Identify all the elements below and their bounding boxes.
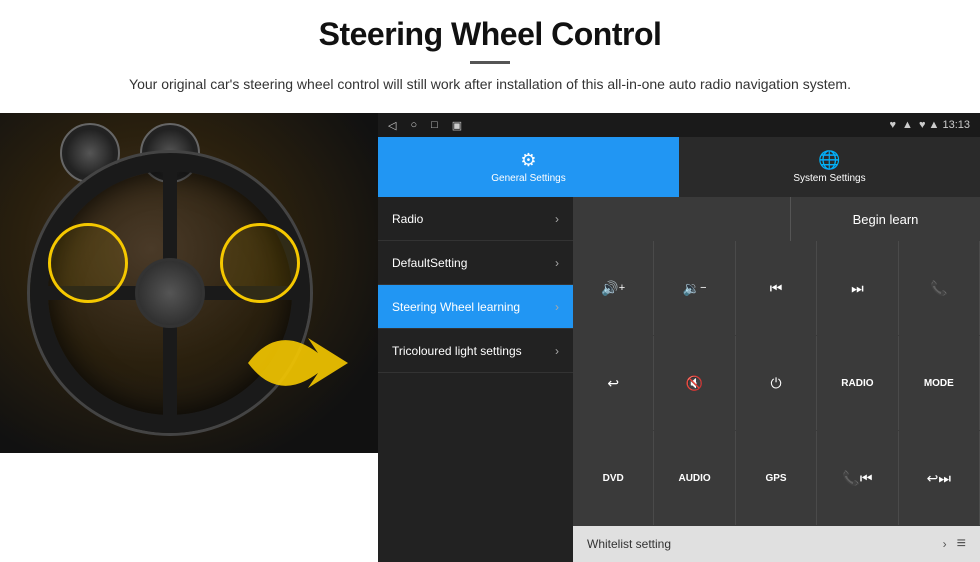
- whitelist-right: › ≡: [943, 535, 966, 553]
- control-row-3: DVD AUDIO GPS 📞⏮: [573, 431, 980, 526]
- next-track-button[interactable]: ⏭: [817, 241, 898, 335]
- title-divider: [470, 61, 510, 64]
- phone-prev-icon: 📞⏮: [842, 470, 872, 487]
- left-menu: Radio › DefaultSetting › Steering Wheel …: [378, 197, 573, 562]
- recents-nav-icon[interactable]: □: [431, 119, 438, 131]
- menu-item-tricoloured[interactable]: Tricoloured light settings ›: [378, 329, 573, 373]
- menu-item-steering-chevron: ›: [555, 300, 559, 314]
- whitelist-label: Whitelist setting: [587, 537, 671, 551]
- home-nav-icon[interactable]: ○: [410, 119, 417, 131]
- menu-item-steering[interactable]: Steering Wheel learning ›: [378, 285, 573, 329]
- begin-learn-button[interactable]: Begin learn: [790, 197, 980, 241]
- menu-item-default-label: DefaultSetting: [392, 256, 467, 270]
- menu-item-radio-label: Radio: [392, 212, 423, 226]
- back-skip-icon: ↩⏭: [927, 470, 951, 487]
- power-button[interactable]: ⏻: [736, 336, 817, 430]
- radio-label: RADIO: [841, 378, 873, 389]
- arrow-overlay: [238, 313, 358, 413]
- general-settings-label: General Settings: [491, 173, 566, 184]
- prev-track-icon: ⏮: [770, 280, 783, 297]
- mute-button[interactable]: 🔇: [654, 336, 735, 430]
- whitelist-row[interactable]: Whitelist setting › ≡: [573, 526, 980, 562]
- android-screen: ◁ ○ □ ▣ ♥ ▲ ♥ ▲ 13:13 ⚙ General Settings: [378, 113, 980, 562]
- next-track-icon: ⏭: [851, 280, 864, 297]
- steering-wheel-image: [0, 113, 378, 453]
- clock: ♥ ▲ 13:13: [919, 119, 970, 131]
- status-right: ♥ ▲ ♥ ▲ 13:13: [890, 119, 970, 131]
- whitelist-chevron-icon: ›: [943, 537, 947, 551]
- vol-down-icon: 🔉: [683, 280, 700, 297]
- begin-learn-row: Begin learn: [573, 197, 980, 241]
- location-icon: ♥: [890, 119, 897, 131]
- hangup-button[interactable]: ↩: [573, 336, 654, 430]
- nav-icons: ◁ ○ □ ▣: [388, 119, 462, 132]
- vol-down-button[interactable]: 🔉−: [654, 241, 735, 335]
- sw-background: [0, 113, 378, 453]
- control-button-grid: 🔊+ 🔉− ⏮ ⏭ 📞: [573, 241, 980, 526]
- vol-up-button[interactable]: 🔊+: [573, 241, 654, 335]
- begin-learn-spacer: [573, 197, 790, 240]
- hangup-icon: ↩: [607, 375, 619, 392]
- menu-item-radio[interactable]: Radio ›: [378, 197, 573, 241]
- dvd-label: DVD: [603, 473, 624, 484]
- whitelist-menu-icon: ≡: [957, 535, 966, 553]
- general-settings-icon: ⚙: [520, 150, 536, 171]
- prev-track-button[interactable]: ⏮: [736, 241, 817, 335]
- phone-answer-icon: 📞: [930, 280, 947, 297]
- audio-label: AUDIO: [678, 473, 710, 484]
- mode-label: MODE: [924, 378, 954, 389]
- sw-center: [135, 258, 205, 328]
- app-header: ⚙ General Settings 🌐 System Settings: [378, 137, 980, 197]
- menu-item-tricoloured-label: Tricoloured light settings: [392, 344, 522, 358]
- control-row-2: ↩ 🔇 ⏻ RADIO MOD: [573, 336, 980, 431]
- menu-item-steering-label: Steering Wheel learning: [392, 300, 520, 314]
- status-bar: ◁ ○ □ ▣ ♥ ▲ ♥ ▲ 13:13: [378, 113, 980, 137]
- mode-button[interactable]: MODE: [899, 336, 980, 430]
- phone-answer-button[interactable]: 📞: [899, 241, 980, 335]
- menu-item-default-chevron: ›: [555, 256, 559, 270]
- signal-icon: ▲: [902, 119, 913, 131]
- menu-nav-icon[interactable]: ▣: [452, 119, 462, 132]
- tab-general-settings[interactable]: ⚙ General Settings: [378, 137, 679, 197]
- main-content: Radio › DefaultSetting › Steering Wheel …: [378, 197, 980, 562]
- back-nav-icon[interactable]: ◁: [388, 119, 396, 132]
- control-row-1: 🔊+ 🔉− ⏮ ⏭ 📞: [573, 241, 980, 336]
- radio-button[interactable]: RADIO: [817, 336, 898, 430]
- audio-button[interactable]: AUDIO: [654, 431, 735, 525]
- mute-icon: 🔇: [686, 375, 703, 392]
- content-area: ◁ ○ □ ▣ ♥ ▲ ♥ ▲ 13:13 ⚙ General Settings: [0, 113, 980, 562]
- page-title: Steering Wheel Control: [40, 16, 940, 53]
- menu-item-default[interactable]: DefaultSetting ›: [378, 241, 573, 285]
- back-skip-button[interactable]: ↩⏭: [899, 431, 980, 525]
- gps-button[interactable]: GPS: [736, 431, 817, 525]
- power-icon: ⏻: [770, 375, 781, 392]
- phone-prev-button[interactable]: 📞⏮: [817, 431, 898, 525]
- menu-item-tricoloured-chevron: ›: [555, 344, 559, 358]
- system-settings-icon: 🌐: [818, 150, 840, 171]
- header-section: Steering Wheel Control Your original car…: [0, 0, 980, 103]
- highlight-left-buttons: [48, 223, 128, 303]
- right-panel: Begin learn 🔊+ 🔉−: [573, 197, 980, 562]
- menu-item-radio-chevron: ›: [555, 212, 559, 226]
- system-settings-label: System Settings: [793, 173, 865, 184]
- gps-label: GPS: [765, 473, 786, 484]
- dvd-button[interactable]: DVD: [573, 431, 654, 525]
- tab-system-settings[interactable]: 🌐 System Settings: [679, 137, 980, 197]
- page-container: Steering Wheel Control Your original car…: [0, 0, 980, 562]
- highlight-right-buttons: [220, 223, 300, 303]
- vol-up-icon: 🔊: [601, 280, 618, 297]
- subtitle: Your original car's steering wheel contr…: [80, 74, 900, 95]
